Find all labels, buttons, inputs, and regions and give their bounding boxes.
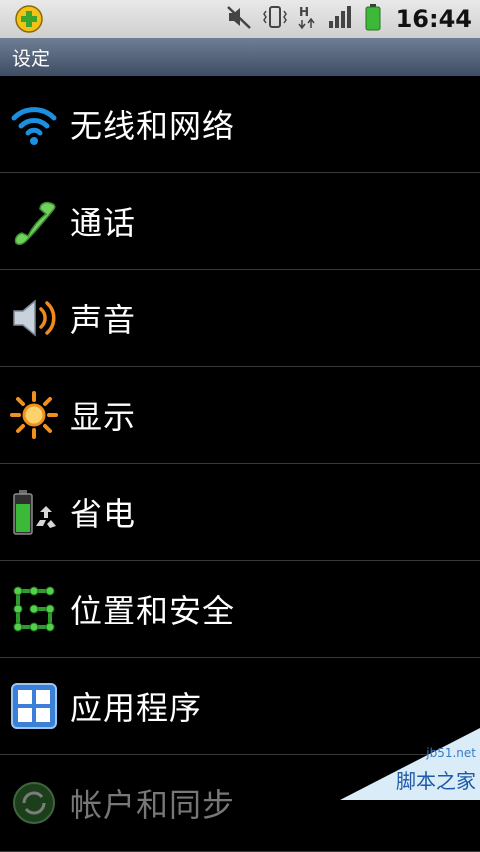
phone-icon xyxy=(10,197,58,245)
apps-grid-icon xyxy=(10,682,58,730)
mute-icon xyxy=(226,4,252,34)
settings-item-power-saving[interactable]: 省电 xyxy=(0,464,480,561)
settings-item-label: 声音 xyxy=(70,301,137,339)
settings-item-label: 应用程序 xyxy=(70,689,203,727)
settings-item-sound[interactable]: 声音 xyxy=(0,270,480,367)
page-title-bar: 设定 xyxy=(0,38,480,76)
settings-item-label: 无线和网络 xyxy=(70,107,236,145)
battery-icon xyxy=(364,3,382,35)
page-title: 设定 xyxy=(12,47,51,70)
settings-item-label: 通话 xyxy=(70,204,137,242)
signal-icon xyxy=(328,4,354,34)
sync-icon xyxy=(10,779,58,827)
speaker-icon xyxy=(10,294,58,342)
hspa-data-icon: H xyxy=(297,4,318,34)
settings-item-wireless-network[interactable]: 无线和网络 xyxy=(0,76,480,173)
status-bar: H 16:44 xyxy=(0,0,480,38)
watermark-name: 脚本之家 xyxy=(396,769,476,793)
vibrate-icon xyxy=(262,4,288,34)
settings-item-label: 位置和安全 xyxy=(70,592,236,630)
watermark-site: jb51.net xyxy=(426,746,476,760)
battery-recycle-icon xyxy=(10,488,58,536)
watermark: jb51.net 脚本之家 xyxy=(340,728,480,800)
settings-item-label: 显示 xyxy=(70,398,137,436)
settings-item-location-security[interactable]: 位置和安全 xyxy=(0,561,480,658)
status-time: 16:44 xyxy=(395,5,472,33)
svg-text:H: H xyxy=(299,5,309,19)
settings-item-label: 省电 xyxy=(70,495,137,533)
settings-item-label: 帐户和同步 xyxy=(70,786,236,824)
pattern-lock-icon xyxy=(10,585,58,633)
settings-item-call[interactable]: 通话 xyxy=(0,173,480,270)
settings-item-display[interactable]: 显示 xyxy=(0,367,480,464)
app-plus-icon[interactable] xyxy=(12,5,46,33)
brightness-icon xyxy=(10,391,58,439)
wifi-icon xyxy=(10,100,58,148)
